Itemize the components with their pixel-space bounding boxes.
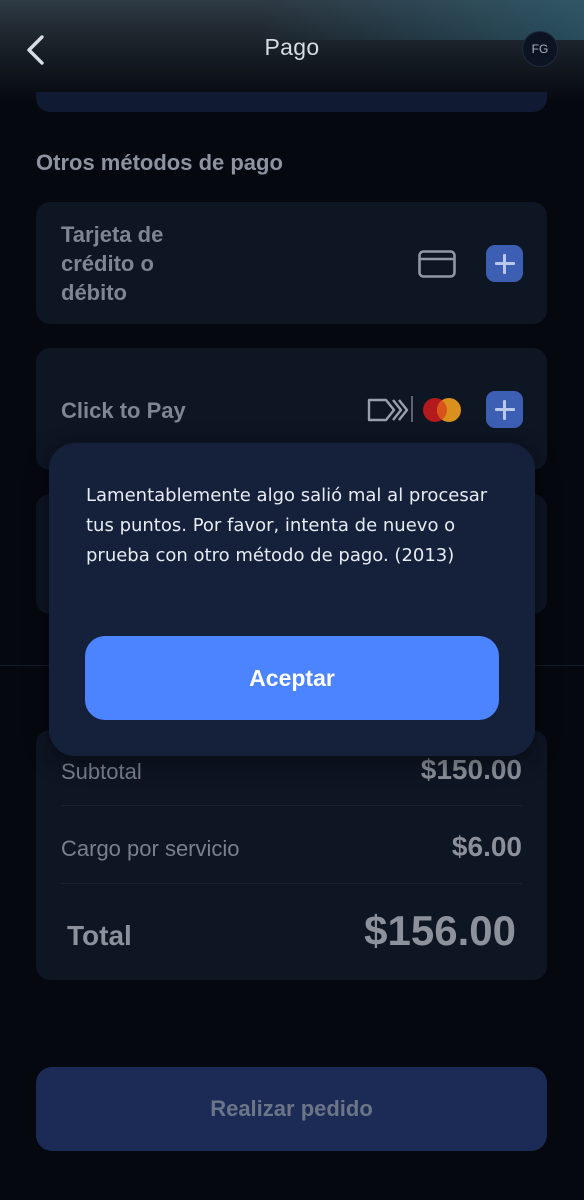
card-payment-option[interactable]: Tarjeta de crédito o débito	[36, 202, 547, 324]
place-order-button[interactable]: Realizar pedido	[36, 1067, 547, 1151]
credit-card-icon	[418, 250, 456, 278]
error-message: Lamentablemente algo salió mal al proces…	[86, 485, 488, 566]
section-title: Otros métodos de pago	[36, 150, 283, 175]
accept-button[interactable]: Aceptar	[85, 636, 499, 720]
card-payment-label: Tarjeta de crédito o débito	[61, 220, 163, 307]
click-to-pay-label: Click to Pay	[61, 398, 186, 423]
card-payment-label-line: débito	[61, 280, 127, 305]
fee-label: Cargo por servicio	[61, 836, 240, 861]
icon-separator	[411, 396, 413, 422]
page-title: Pago	[264, 34, 320, 60]
summary-divider	[61, 805, 522, 806]
plus-icon-stroke	[503, 253, 506, 274]
click-to-pay-icon	[367, 398, 409, 422]
total-row: Total $156.00	[61, 907, 522, 955]
subtotal-value: $150.00	[420, 754, 522, 785]
plus-icon-stroke	[503, 399, 506, 420]
total-label: Total	[67, 920, 132, 951]
card-payment-label-line: Tarjeta de	[61, 222, 164, 247]
total-value: $156.00	[364, 907, 516, 954]
fee-row: Cargo por servicio $6.00	[61, 831, 522, 863]
fee-value: $6.00	[451, 831, 522, 862]
payment-screen: Pago FG Otros métodos de pago Tarjeta de…	[0, 0, 584, 1200]
previous-card-edge	[36, 92, 547, 112]
header: Pago FG	[0, 0, 584, 100]
subtotal-row: Subtotal $150.00	[61, 754, 522, 786]
add-card-button[interactable]	[486, 245, 523, 282]
card-payment-label-line: crédito o	[61, 251, 154, 276]
avatar[interactable]: FG	[522, 31, 558, 67]
summary-divider	[61, 883, 522, 884]
add-click-to-pay-button[interactable]	[486, 391, 523, 428]
error-dialog: Lamentablemente algo salió mal al proces…	[49, 443, 535, 756]
order-summary: Subtotal $150.00 Cargo por servicio $6.0…	[36, 730, 547, 980]
mastercard-icon	[423, 398, 461, 422]
subtotal-label: Subtotal	[61, 759, 142, 784]
